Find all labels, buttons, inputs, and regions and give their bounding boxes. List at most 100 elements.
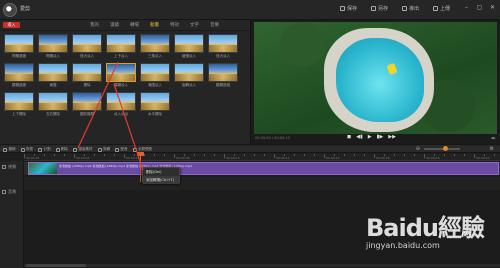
context-menu-delete[interactable]: 刪除(Del) [143, 168, 179, 176]
save-button[interactable]: 保存 [340, 5, 357, 12]
transition-item[interactable]: 水平擦除 [140, 92, 170, 120]
settings-icon[interactable]: ⚙ [490, 146, 494, 152]
transition-item[interactable]: 閃爍過渡 [4, 34, 34, 62]
timeline-ruler[interactable]: 00:00:02 00:00:04 00:00:06 00:00:08 00:00:10… [24, 154, 500, 161]
audio-track[interactable] [24, 177, 500, 190]
transition-item[interactable]: 左右擦除 [38, 92, 68, 120]
context-menu: 刪除(Del) 添加轉場(Ctrl+T) [142, 167, 180, 184]
tool-label: 複製素材 [78, 147, 93, 151]
undo-button[interactable]: 撤銷 [3, 147, 16, 152]
transition-item[interactable]: 上下擦除 [4, 92, 34, 120]
context-menu-add-transition[interactable]: 添加轉場(Ctrl+T) [143, 176, 179, 184]
ruler-tick [454, 154, 455, 156]
transition-thumbnail [208, 63, 238, 82]
zoom-knob[interactable] [442, 146, 448, 151]
ruler-tick [94, 154, 95, 156]
zoom-slider[interactable] [424, 146, 460, 151]
transition-item[interactable]: 模糊淡入 [106, 63, 136, 91]
transition-thumbnail [174, 34, 204, 53]
ruler-tick [254, 154, 255, 156]
minimize-button[interactable]: – [463, 5, 470, 11]
tab-0[interactable]: 我的 [90, 22, 99, 28]
transition-item[interactable]: 漸隱 [38, 63, 68, 91]
next-frame-button[interactable]: ▮▶ [377, 134, 384, 140]
baidu-watermark: Baidu經驗 jingyan.baidu.com [366, 208, 485, 250]
transition-label: 緩慢淡入 [182, 54, 196, 58]
ruler-tick [124, 154, 125, 158]
video-clip[interactable]: 泳池航拍 (1080p).mp4 泳池航拍 (1080p).mp4 泳池航拍 (… [28, 162, 499, 175]
transition-item[interactable]: 模糊過渡 [4, 63, 34, 91]
tool-label: 撤銷 [8, 147, 16, 151]
trim-icon [97, 147, 102, 152]
close-button[interactable]: ✕ [489, 5, 496, 11]
app-logo [3, 3, 17, 17]
tab-3[interactable]: 動畫 [150, 22, 159, 28]
transition-thumbnail [72, 63, 102, 82]
maximize-button[interactable]: ▢ [476, 5, 483, 11]
ruler-tick [204, 154, 205, 156]
window-controls: – ▢ ✕ [463, 5, 496, 11]
transition-item[interactable]: 三角淡入 [140, 34, 170, 62]
upload-button[interactable]: 上傳 [433, 5, 450, 12]
ruler-tick [344, 154, 345, 156]
tab-1[interactable]: 濾鏡 [110, 22, 119, 28]
zoom-out-icon[interactable]: ⊖ [416, 146, 420, 152]
fullscreen-icon [132, 147, 137, 152]
ruler-label: 00:00:06 [126, 156, 140, 160]
upload-icon [433, 6, 439, 11]
copy-button[interactable]: 複製素材 [73, 147, 93, 152]
transition-item[interactable]: 放大淡入 [208, 34, 238, 62]
tab-2[interactable]: 轉場 [130, 22, 139, 28]
ruler-label: 00:00:12 [276, 156, 290, 160]
transition-label: 上下擦除 [12, 112, 26, 116]
watermark-word: Baidu經驗 [366, 214, 485, 242]
split-button[interactable]: 分割 [38, 147, 51, 152]
timeline-scrollbar[interactable] [24, 264, 500, 267]
delete-button[interactable]: 刪除 [55, 147, 68, 152]
transition-item[interactable]: 放大淡入 [72, 34, 102, 62]
transition-item[interactable]: 淡入淡出 [106, 92, 136, 120]
video-preview[interactable] [254, 22, 497, 134]
transition-thumbnail [174, 63, 204, 82]
redo-icon [20, 147, 25, 152]
prev-frame-button[interactable]: ◀▮ [356, 134, 363, 140]
transition-item[interactable]: 圓形擴展 [72, 92, 102, 120]
transition-item[interactable]: 擦除 [72, 63, 102, 91]
export-button[interactable]: 導出 [402, 5, 419, 12]
redo-button[interactable]: 恢復 [20, 147, 33, 152]
play-button[interactable]: ▶ [368, 134, 372, 140]
mic-button[interactable]: 配音 [115, 147, 128, 152]
transition-label: 淡入淡出 [114, 112, 128, 116]
transition-thumbnail [4, 34, 34, 53]
stop-button[interactable]: ◼ [347, 134, 351, 140]
playhead[interactable] [140, 152, 141, 182]
delete-icon [55, 147, 60, 152]
ruler-tick [404, 154, 405, 156]
transition-item[interactable]: 上下淡入 [106, 34, 136, 62]
transition-item[interactable]: 模糊過渡 [208, 63, 238, 91]
transition-label: 上下淡入 [114, 54, 128, 58]
ruler-tick [314, 154, 315, 156]
transition-item[interactable]: 旋轉淡入 [174, 63, 204, 91]
tab-4[interactable]: 特效 [170, 22, 179, 28]
transition-item[interactable]: 緩慢淡入 [174, 34, 204, 62]
transition-item[interactable]: 閃爍淡入 [38, 34, 68, 62]
trim-button[interactable]: 剪輯 [97, 147, 110, 152]
mic-icon [115, 147, 119, 152]
tab-5[interactable]: 文字 [190, 22, 199, 28]
transition-label: 旋轉淡入 [182, 83, 196, 87]
tab-6[interactable]: 音樂 [210, 22, 219, 28]
timeline-scroll-thumb[interactable] [26, 264, 86, 267]
transition-label: 模糊過渡 [12, 83, 26, 87]
ruler-tick [274, 154, 275, 158]
import-button[interactable]: 導入 [3, 22, 20, 28]
transition-thumbnail [4, 92, 34, 111]
ruler-tick [494, 154, 495, 156]
ruler-label: 00:00:04 [76, 156, 90, 160]
transition-label: 擦除 [83, 83, 91, 87]
save-as-button[interactable]: 另存 [371, 5, 388, 12]
transition-item[interactable]: 漸隱淡入 [140, 63, 170, 91]
fast-forward-button[interactable]: ▶▶ [388, 134, 396, 140]
library-tabbar: 導入 我的 濾鏡 轉場 動畫 特效 文字 音樂 [0, 20, 250, 31]
aspect-toggle[interactable]: ◀▶ [491, 136, 496, 140]
